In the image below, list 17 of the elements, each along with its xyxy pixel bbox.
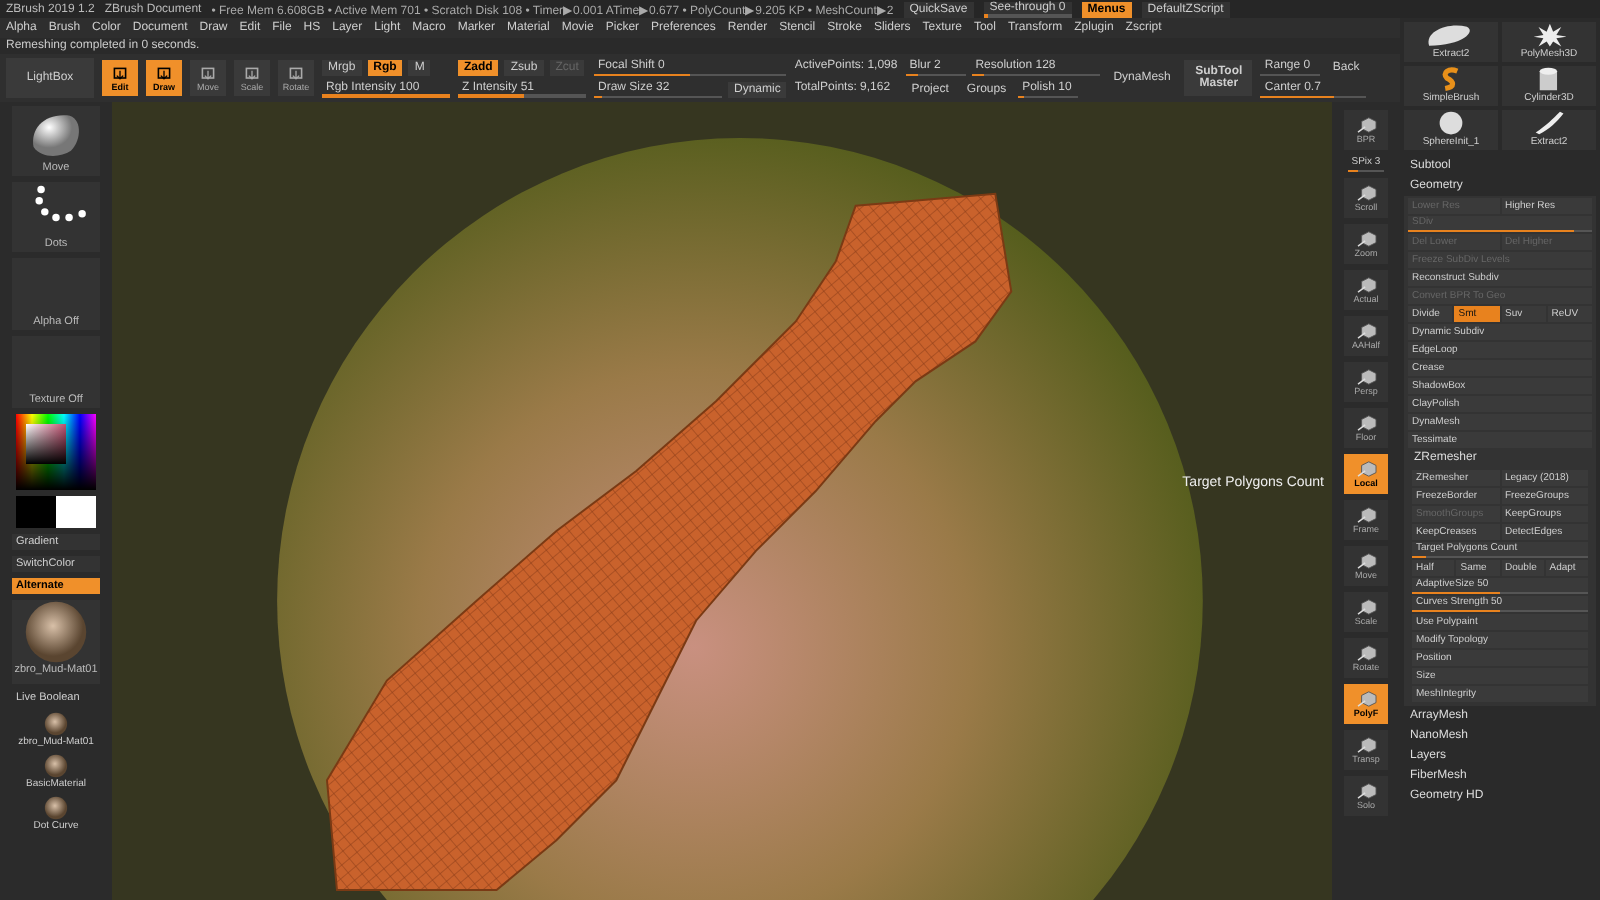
- color-picker[interactable]: [16, 414, 96, 490]
- tool-icon: [200, 65, 216, 81]
- sphere-icon: [43, 796, 68, 820]
- tool-icon: [244, 65, 260, 81]
- secondary-color-swatch[interactable]: [56, 496, 96, 528]
- tool-icon: [112, 65, 128, 81]
- letter-s-icon: [1440, 66, 1462, 92]
- sphere-icon: [20, 600, 92, 664]
- star-icon: [1531, 22, 1567, 48]
- main-color-swatch[interactable]: [16, 496, 56, 528]
- tool-icon: [288, 65, 304, 81]
- cylinder-icon: [1538, 66, 1560, 92]
- sphere-icon: [43, 712, 68, 736]
- sphere-icon: [43, 754, 68, 778]
- sphere-icon: [1438, 110, 1464, 136]
- tool-icon: [156, 65, 172, 81]
- strip-icon: [1533, 110, 1565, 136]
